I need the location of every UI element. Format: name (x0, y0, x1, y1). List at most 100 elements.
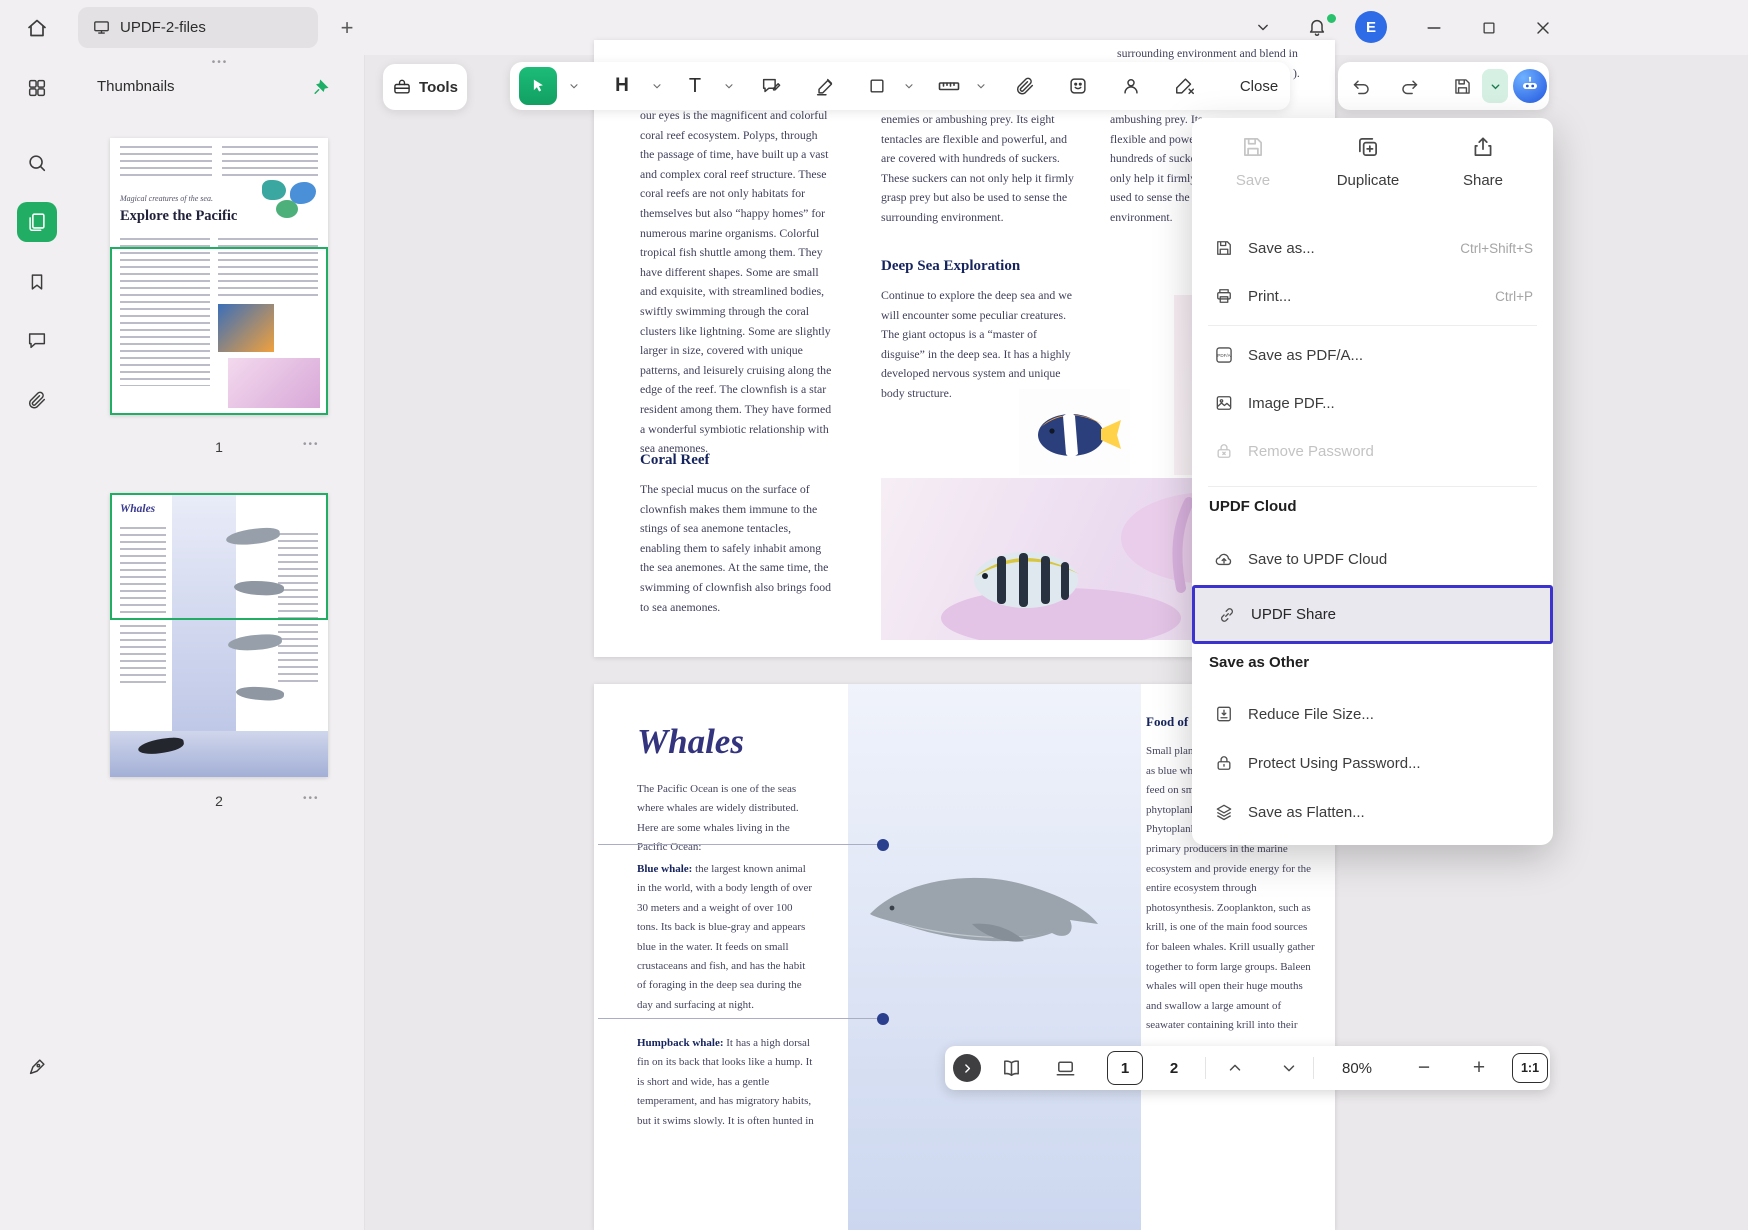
avatar[interactable]: E (1355, 11, 1387, 43)
menu-item-save-to-updf-cloud[interactable]: Save to UPDF Cloud (1192, 535, 1553, 583)
thumbnail-page-1[interactable]: Magical creatures of the sea. Explore th… (110, 138, 328, 415)
presentation-mode-button[interactable] (1047, 1046, 1083, 1090)
tools-button[interactable]: Tools (383, 64, 467, 110)
whale-illustration (862, 862, 1102, 962)
menu-item-label: Remove Password (1248, 443, 1374, 460)
save-dropdown-menu: Save Duplicate Share Save as... Ctrl+Shi… (1192, 118, 1553, 845)
thumbnail-page-2[interactable]: Whales (110, 493, 328, 777)
save-as-icon (1214, 238, 1234, 258)
undo-button[interactable] (1343, 62, 1379, 110)
text-placeholder (120, 146, 212, 180)
menu-item-save-as-flatten[interactable]: Save as Flatten... (1192, 788, 1553, 836)
separator (1313, 1057, 1314, 1079)
menu-item-label: Protect Using Password... (1248, 755, 1421, 772)
coral-graphic (290, 182, 316, 204)
text-tool-chevron[interactable] (721, 62, 737, 110)
page1-column3-fragments: ambushing prey. Its flexible and powe hu… (1110, 110, 1203, 228)
actual-size-label: 1:1 (1521, 1061, 1539, 1075)
thumb2-label: 2 (110, 793, 328, 809)
fragment-line: environment. (1110, 208, 1203, 228)
shape-tool-chevron[interactable] (901, 62, 917, 110)
page-2-button[interactable]: 2 (1156, 1051, 1192, 1085)
comments-button[interactable] (13, 316, 61, 364)
other-section-title: Save as Other (1209, 654, 1309, 671)
food-line: seawater containing krill into their (1146, 1016, 1315, 1036)
sticker-tool-button[interactable] (1060, 62, 1096, 110)
measure-tool-button[interactable] (931, 62, 967, 110)
share-icon (1470, 134, 1496, 160)
attach-tool-button[interactable] (1007, 62, 1043, 110)
document-tab[interactable]: UPDF-2-files (78, 7, 318, 48)
close-window-button[interactable] (1523, 8, 1563, 48)
menu-save-action[interactable]: Save (1203, 134, 1303, 189)
shape-tool-button[interactable] (859, 62, 895, 110)
pen-tool-button[interactable] (807, 62, 843, 110)
whales-title: Whales (637, 722, 744, 762)
close-toolbar-button[interactable]: Close (1229, 62, 1289, 110)
reader-view-button[interactable] (993, 1046, 1029, 1090)
thumbnails-panel-button[interactable] (17, 202, 57, 242)
next-page-button[interactable] (1271, 1046, 1307, 1090)
measure-tool-chevron[interactable] (973, 62, 989, 110)
ai-assistant-button[interactable] (1513, 69, 1547, 103)
redo-button[interactable] (1391, 62, 1427, 110)
text-tool-button[interactable]: T (677, 62, 713, 110)
pin-panel-button[interactable] (307, 71, 337, 101)
fragment-line: used to sense the s (1110, 188, 1203, 208)
menu-share-action[interactable]: Share (1433, 134, 1533, 189)
signature-tool-button[interactable] (1113, 62, 1149, 110)
design-pen-button[interactable] (13, 1043, 61, 1091)
home-button[interactable] (14, 8, 60, 48)
redo-icon (1399, 76, 1420, 97)
coral-graphic (276, 200, 298, 218)
new-tab-button[interactable]: + (330, 12, 364, 44)
fragment-line: only help it firmly (1110, 169, 1203, 189)
zoom-level[interactable]: 80% (1329, 1046, 1385, 1090)
menu-item-reduce-file-size[interactable]: Reduce File Size... (1192, 690, 1553, 738)
apps-grid-button[interactable] (13, 64, 61, 112)
actual-size-button[interactable]: 1:1 (1512, 1053, 1548, 1083)
heading-tool-button[interactable]: H (604, 62, 640, 110)
menu-item-image-pdf[interactable]: Image PDF... (1192, 379, 1553, 427)
menu-item-shortcut: Ctrl+P (1495, 289, 1533, 304)
save-options-chevron[interactable] (1482, 69, 1508, 103)
maximize-button[interactable] (1469, 8, 1509, 48)
redact-tool-button[interactable] (1167, 62, 1203, 110)
attachments-button[interactable] (13, 376, 61, 424)
menu-item-save-as-pdfa[interactable]: PDF/A Save as PDF/A... (1192, 331, 1553, 379)
menu-item-updf-share[interactable]: UPDF Share (1192, 585, 1553, 644)
panel-drag-handle[interactable]: ••• (203, 57, 237, 68)
bookmarks-button[interactable] (13, 258, 61, 306)
previous-page-button[interactable] (1217, 1046, 1253, 1090)
thumb1-menu-button[interactable]: ••• (303, 439, 320, 450)
menu-item-print[interactable]: Print... Ctrl+P (1192, 272, 1553, 320)
thumb1-label: 1 (110, 439, 328, 455)
zoom-in-button[interactable]: + (1465, 1046, 1493, 1090)
text-placeholder (278, 533, 318, 683)
text-placeholder (222, 146, 318, 176)
select-tool-button[interactable] (519, 67, 557, 105)
paperclip-icon (1014, 75, 1036, 97)
menu-divider (1208, 486, 1537, 487)
menu-item-remove-password[interactable]: Remove Password (1192, 427, 1553, 475)
window-chevron-button[interactable] (1245, 11, 1281, 43)
menu-item-save-as[interactable]: Save as... Ctrl+Shift+S (1192, 224, 1553, 272)
chevron-right-circle (953, 1054, 981, 1082)
heading-tool-chevron[interactable] (649, 62, 665, 110)
zoom-out-button[interactable]: − (1410, 1046, 1438, 1090)
home-icon (25, 16, 49, 40)
drag-dots-icon: ••• (212, 57, 229, 68)
menu-item-protect-password[interactable]: Protect Using Password... (1192, 739, 1553, 787)
lock-icon (1214, 753, 1234, 773)
page-1-button[interactable]: 1 (1107, 1051, 1143, 1085)
square-shape-icon (867, 76, 887, 96)
expand-panel-button[interactable] (949, 1046, 985, 1090)
minimize-button[interactable] (1414, 8, 1454, 48)
search-button[interactable] (13, 139, 61, 187)
thumb2-menu-button[interactable]: ••• (303, 793, 320, 804)
comment-tool-button[interactable] (753, 62, 789, 110)
timeline-rule (598, 1018, 879, 1019)
select-tool-chevron[interactable] (566, 62, 582, 110)
save-button[interactable] (1444, 62, 1480, 110)
menu-duplicate-action[interactable]: Duplicate (1318, 134, 1418, 189)
